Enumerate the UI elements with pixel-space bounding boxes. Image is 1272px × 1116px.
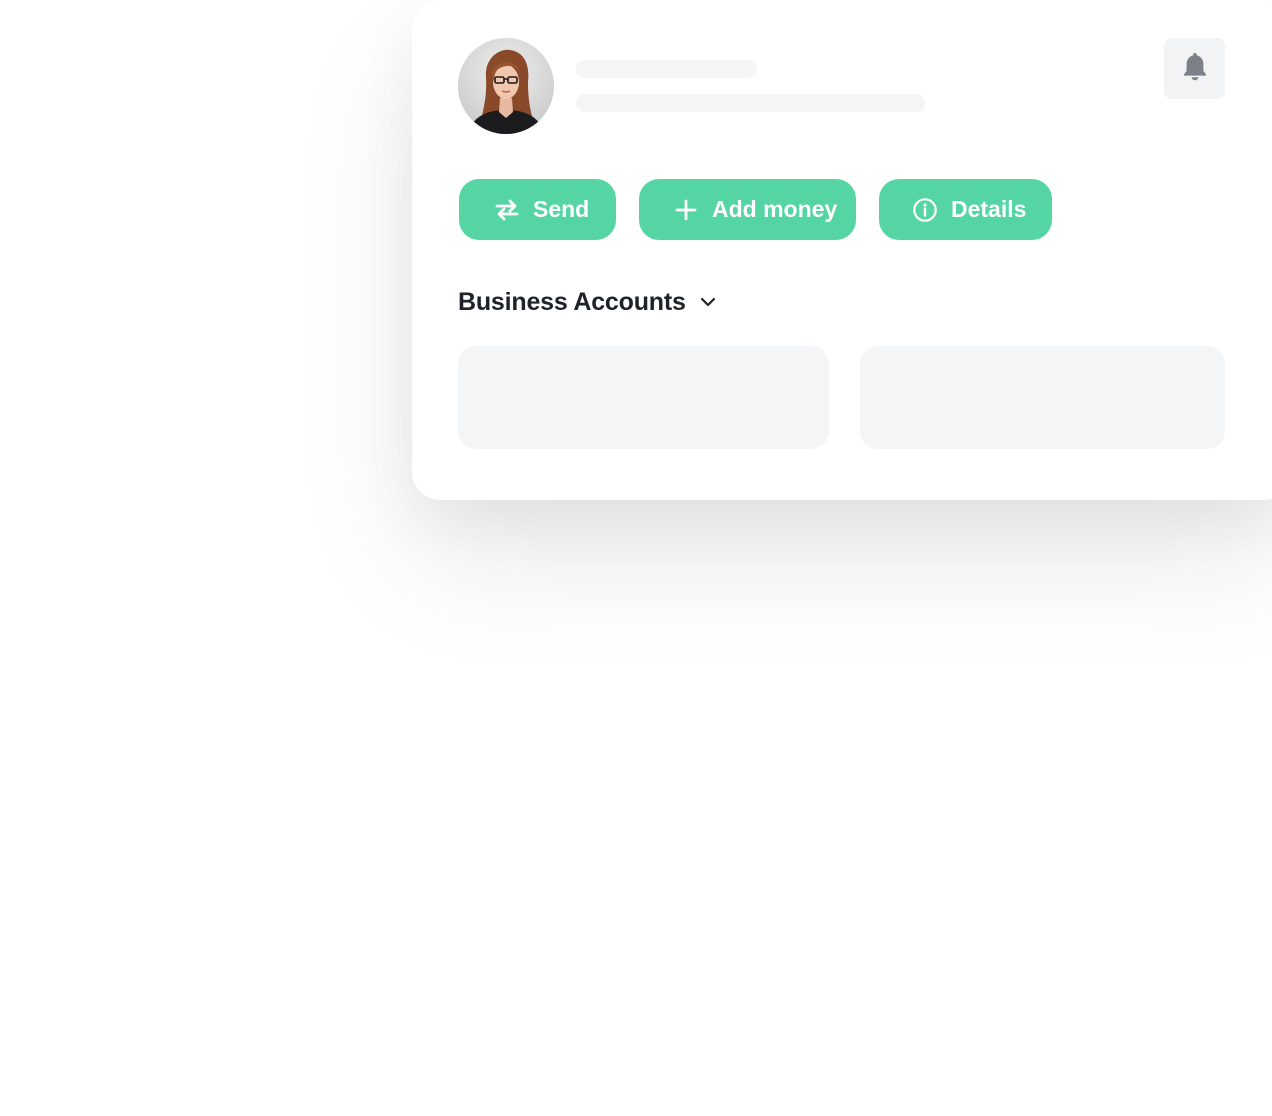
quick-actions: Send Add money Details [459,179,1052,240]
plus-icon [673,197,699,223]
notifications-button[interactable] [1164,38,1225,99]
profile-name-placeholder [576,60,757,78]
profile-subtitle-placeholder [576,94,925,112]
account-panel: Send Add money Details Business Accounts [412,0,1272,500]
page-background: Send Add money Details Business Accounts [0,0,1272,1116]
add-money-button-label: Add money [712,196,838,222]
avatar[interactable] [458,38,554,134]
business-accounts-dropdown[interactable]: Business Accounts [458,288,716,317]
account-card-placeholder[interactable] [860,346,1225,449]
details-button[interactable]: Details [879,179,1052,240]
section-title: Business Accounts [458,288,686,316]
send-button-label: Send [533,196,590,222]
details-button-label: Details [951,196,1027,222]
transfer-arrows-icon [494,197,520,223]
chevron-down-icon [700,294,716,312]
bell-icon [1182,51,1208,86]
info-icon [912,197,938,223]
send-button[interactable]: Send [459,179,616,240]
account-card-placeholder[interactable] [458,346,829,449]
add-money-button[interactable]: Add money [639,179,856,240]
